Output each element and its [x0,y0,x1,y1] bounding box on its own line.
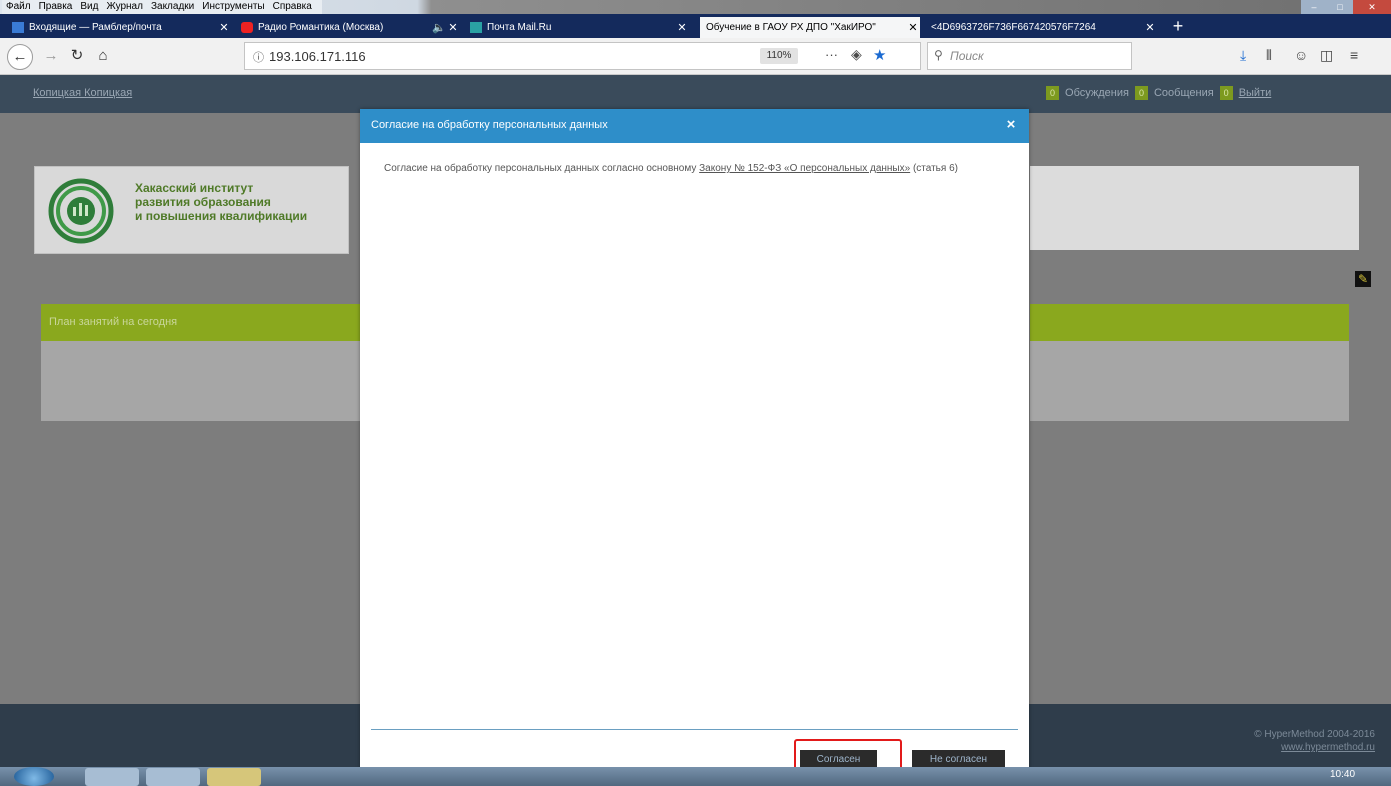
right-panel-header [1030,304,1349,341]
logo-line-1: Хакасский институт [135,181,254,195]
close-tab-icon[interactable]: ✕ [906,21,920,34]
schedule-panel-body [41,341,361,421]
back-button[interactable]: ← [7,44,33,70]
navigation-bar: ← → ↻ ⌂ ⓘ 193.106.171.116 110% ··· ◈ ★ ⚲… [0,38,1391,75]
edit-pencil-icon[interactable]: ✎ [1355,271,1371,287]
menu-items: Файл Правка Вид Журнал Закладки Инструме… [2,0,322,14]
taskbar-firefox[interactable] [85,768,139,786]
tab-radio-romantika[interactable]: Радио Романтика (Москва) 🔈 ✕ [235,17,460,38]
right-panel-body [1030,341,1349,421]
download-icon[interactable]: ⤓ [1240,47,1246,64]
tab-label: Обучение в ГАОУ РХ ДПО "ХакИРО" [706,22,876,33]
page-actions-icon[interactable]: ··· [825,47,838,62]
site-right-nav: 0 Обсуждения 0 Сообщения 0 Выйти [1046,85,1271,101]
tab-label: Почта Mail.Ru [487,22,552,33]
url-text: 193.106.171.116 [269,49,366,64]
mail-icon [12,22,24,33]
tab-word-doc[interactable]: <4D6963726F736F667420576F7264 ✕ [925,17,1157,38]
menu-edit[interactable]: Правка [35,0,77,14]
menu-bar: Файл Правка Вид Журнал Закладки Инструме… [0,0,1391,14]
pocket-icon[interactable]: ◈ [851,46,862,63]
tab-label: <4D6963726F736F667420576F7264 [931,22,1096,33]
tab-mail-ru[interactable]: Почта Mail.Ru ✕ [464,17,689,38]
logout-link[interactable]: Выйти [1239,87,1272,99]
discussions-badge: 0 [1134,86,1148,100]
reload-button[interactable]: ↻ [66,46,88,66]
window-controls: – □ ✕ [1301,0,1391,14]
start-button[interactable] [14,767,54,786]
messages-badge: 0 [1219,86,1233,100]
menu-file[interactable]: Файл [2,0,35,14]
menu-view[interactable]: Вид [76,0,102,14]
logo-mark-icon [48,178,114,244]
close-tab-icon[interactable]: ✕ [446,21,460,34]
tab-rambler-mail[interactable]: Входящие — Рамблер/почта ✕ [6,17,231,38]
copyright-text: © HyperMethod 2004-2016 [1254,729,1375,740]
count-badge: 0 [1046,86,1060,100]
close-window-button[interactable]: ✕ [1353,0,1391,14]
library-icon[interactable]: ⫴ [1266,47,1272,64]
home-button[interactable]: ⌂ [92,46,114,66]
menu-bookmarks[interactable]: Закладки [147,0,198,14]
copyright: © HyperMethod 2004-2016 www.hypermethod.… [1225,728,1375,754]
maximize-button[interactable]: □ [1327,0,1353,14]
schedule-panel-header: План занятий на сегодня [41,304,361,341]
close-tab-icon[interactable]: ✕ [675,21,689,34]
close-tab-icon[interactable]: ✕ [1143,21,1157,34]
schedule-panel-title: План занятий на сегодня [49,316,178,328]
logo-line-2: развития образования [135,195,271,209]
info-icon[interactable]: ⓘ [253,49,264,65]
bookmark-star-icon[interactable]: ★ [873,46,886,64]
consent-dialog: Согласие на обработку персональных данны… [360,109,1029,772]
new-tab-button[interactable]: + [1168,16,1188,36]
taskbar-explorer[interactable] [146,768,200,786]
youtube-icon [241,22,253,33]
tab-hakiro[interactable]: Обучение в ГАОУ РХ ДПО "ХакИРО" ✕ [700,17,920,38]
dialog-body: Согласие на обработку персональных данны… [384,162,994,176]
site-header: Копицкая Копицкая 0 Обсуждения 0 Сообщен… [0,75,1391,113]
tab-label: Входящие — Рамблер/почта [29,22,162,33]
discussions-link[interactable]: Обсуждения [1065,87,1129,99]
menu-tools[interactable]: Инструменты [198,0,268,14]
logo-line-3: и повышения квалификации [135,209,308,223]
close-tab-icon[interactable]: ✕ [217,21,231,34]
dialog-header: Согласие на обработку персональных данны… [360,109,1029,143]
clock: 10:40 [1330,769,1356,780]
search-input[interactable]: ⚲ Поиск [927,42,1132,70]
messages-link[interactable]: Сообщения [1154,87,1214,99]
consent-text: Согласие на обработку персональных данны… [384,163,700,174]
sidebar-icon[interactable]: ◫ [1320,47,1333,64]
hypermethod-link[interactable]: www.hypermethod.ru [1225,741,1375,754]
sync-icon[interactable]: ☺ [1294,47,1308,63]
user-name-link[interactable]: Копицкая Копицкая [33,87,132,99]
mail-ru-icon [470,22,482,33]
logo-text: Хакасский институт развития образования … [135,181,345,223]
menu-history[interactable]: Журнал [102,0,147,14]
dialog-title: Согласие на обработку персональных данны… [371,119,608,131]
header-banner-right [1030,166,1359,250]
search-placeholder: Поиск [950,49,984,63]
close-icon[interactable]: × [1002,116,1020,133]
law-link[interactable]: Закону № 152-ФЗ «О персональных данных» [699,163,910,174]
zoom-level[interactable]: 110% [760,48,798,64]
forward-button[interactable]: → [40,46,62,66]
menu-help[interactable]: Справка [269,0,316,14]
dialog-divider [371,729,1018,730]
menu-icon[interactable]: ≡ [1350,47,1358,63]
search-icon: ⚲ [934,48,943,62]
taskbar-folder[interactable] [207,768,261,786]
minimize-button[interactable]: – [1301,0,1327,14]
speaker-icon[interactable]: 🔈 [432,21,446,34]
institute-logo: Хакасский институт развития образования … [34,166,349,254]
tab-label: Радио Романтика (Москва) [258,22,384,33]
url-bar[interactable]: ⓘ 193.106.171.116 110% ··· ◈ ★ [244,42,921,70]
consent-text-suffix: (статья 6) [910,163,958,174]
taskbar: 10:40 [0,767,1391,786]
